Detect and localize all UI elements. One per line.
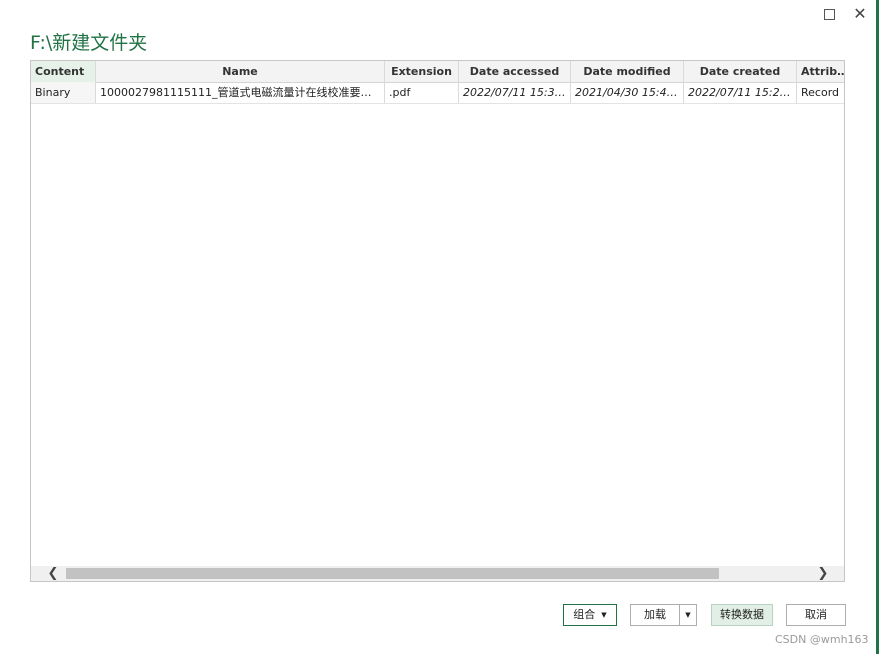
load-label: 加载: [644, 608, 666, 621]
column-header-name[interactable]: Name: [96, 61, 385, 82]
cancel-label: 取消: [805, 608, 827, 621]
column-header-date-accessed[interactable]: Date accessed: [459, 61, 571, 82]
column-header-content[interactable]: Content: [31, 61, 96, 82]
column-header-date-modified[interactable]: Date modified: [571, 61, 684, 82]
cell-attributes[interactable]: Record: [797, 82, 844, 103]
scroll-right-icon[interactable]: ❯: [809, 566, 837, 581]
table-header: Content Name Extension Date accessed Dat…: [31, 61, 844, 83]
cell-date-accessed: 2022/07/11 15:37:41: [459, 82, 571, 103]
maximize-icon: [823, 8, 835, 20]
cell-date-modified: 2021/04/30 15:43:58: [571, 82, 684, 103]
column-header-extension[interactable]: Extension: [385, 61, 459, 82]
table-row: Binary 1000027981115111_管道式电磁流量计在线校准要求..…: [31, 82, 844, 104]
combine-label: 组合: [573, 608, 596, 621]
cell-content[interactable]: Binary: [31, 82, 96, 103]
load-button[interactable]: 加载: [630, 604, 680, 626]
column-header-attributes[interactable]: Attributes: [797, 61, 844, 82]
combine-button[interactable]: 组合 ▼: [563, 604, 617, 626]
scroll-left-icon[interactable]: ❮: [39, 566, 67, 581]
load-dropdown-button[interactable]: ▼: [679, 604, 697, 626]
chevron-down-icon: ▼: [601, 611, 607, 619]
cancel-button[interactable]: 取消: [786, 604, 846, 626]
column-header-date-created[interactable]: Date created: [684, 61, 797, 82]
maximize-button[interactable]: [818, 4, 840, 24]
close-button[interactable]: ✕: [849, 4, 871, 24]
horizontal-scrollbar[interactable]: ❮ ❯: [31, 566, 844, 581]
close-icon: ✕: [853, 4, 867, 23]
scrollbar-thumb[interactable]: [66, 568, 719, 579]
file-preview-table: Content Name Extension Date accessed Dat…: [30, 60, 845, 582]
cell-name: 1000027981115111_管道式电磁流量计在线校准要求...: [96, 82, 385, 103]
chevron-down-icon: ▼: [685, 611, 691, 619]
watermark: CSDN @wmh163: [775, 633, 869, 646]
cell-extension: .pdf: [385, 82, 459, 103]
transform-data-label: 转换数据: [720, 608, 764, 621]
transform-data-button[interactable]: 转换数据: [711, 604, 773, 626]
cell-date-created: 2022/07/11 15:29:24: [684, 82, 797, 103]
folder-path-title: F:\新建文件夹: [30, 32, 148, 54]
